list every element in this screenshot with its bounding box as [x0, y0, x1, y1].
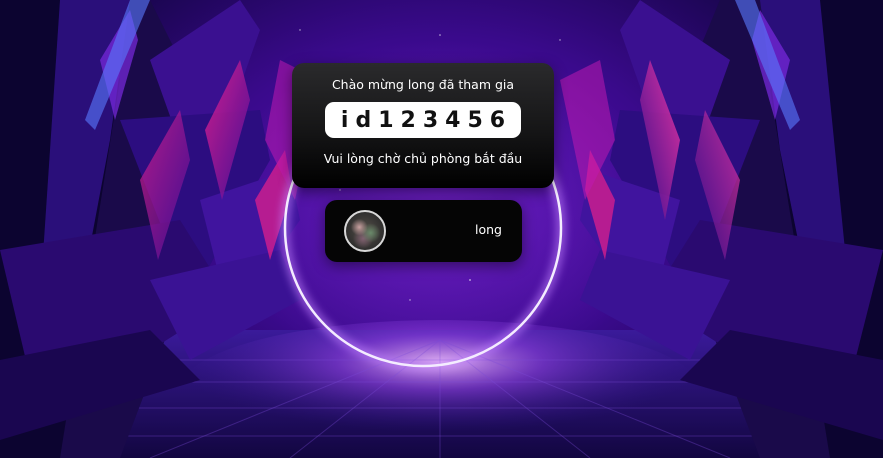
player-avatar: [344, 210, 386, 252]
player-card: long: [325, 200, 522, 262]
room-id-display: id123456: [325, 102, 521, 138]
waiting-message: Vui lòng chờ chủ phòng bắt đầu: [323, 151, 523, 166]
welcome-card: Chào mừng long đã tham gia id123456 Vui …: [292, 63, 554, 188]
welcome-message: Chào mừng long đã tham gia: [331, 77, 515, 92]
player-name: long: [475, 222, 502, 237]
